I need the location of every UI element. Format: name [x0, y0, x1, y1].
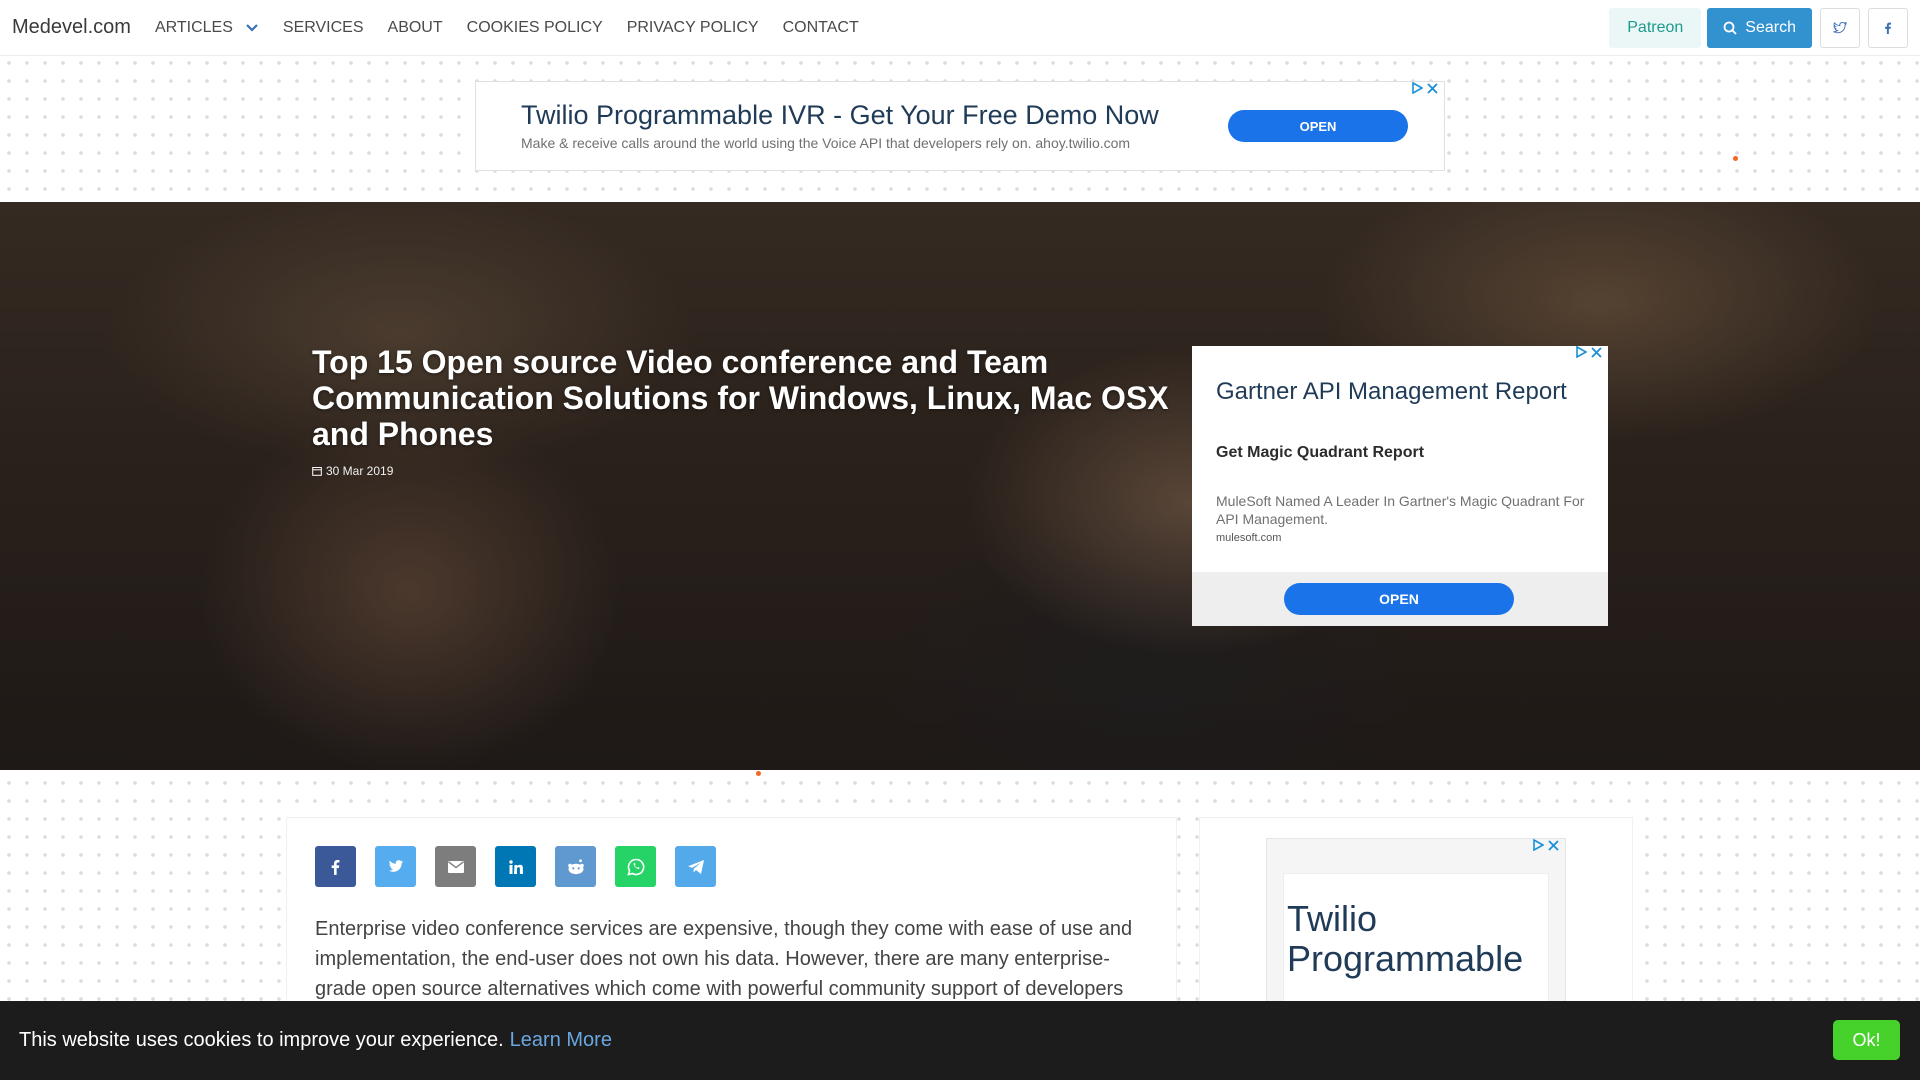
share-buttons — [315, 846, 716, 887]
email-icon — [447, 860, 464, 873]
calendar-icon — [312, 467, 322, 476]
ad-footer: OPEN — [1192, 572, 1608, 626]
main-nav: ARTICLES SERVICES ABOUT COOKIES POLICY P… — [143, 0, 871, 56]
ad-choices[interactable] — [1575, 346, 1602, 358]
close-icon[interactable] — [1548, 839, 1559, 851]
reddit-icon — [567, 858, 584, 874]
decorative-dot — [756, 771, 761, 776]
ad-card-side[interactable]: Gartner API Management Report Get Magic … — [1192, 346, 1608, 626]
ad-title[interactable]: Twilio Programmable IVR - Get Your Free … — [521, 100, 1159, 131]
nav-services[interactable]: SERVICES — [271, 0, 376, 56]
facebook-icon — [1885, 22, 1891, 34]
decorative-dot — [1733, 156, 1738, 161]
facebook-icon — [331, 859, 340, 875]
ad-banner-top[interactable]: Twilio Programmable IVR - Get Your Free … — [475, 81, 1445, 171]
post-date-text: 30 Mar 2019 — [326, 464, 394, 478]
nav-articles[interactable]: ARTICLES — [143, 0, 271, 56]
site-logo[interactable]: Medevel.com — [12, 16, 131, 39]
adchoices-icon — [1412, 82, 1423, 94]
share-whatsapp-button[interactable] — [615, 846, 656, 887]
nav-cookies-policy[interactable]: COOKIES POLICY — [455, 0, 615, 56]
patreon-button[interactable]: Patreon — [1609, 8, 1702, 48]
cookie-consent-bar: This website uses cookies to improve you… — [0, 1001, 1920, 1080]
adchoices-icon — [1533, 839, 1544, 851]
twitter-link[interactable] — [1820, 8, 1860, 48]
linkedin-icon — [508, 859, 523, 874]
share-email-button[interactable] — [435, 846, 476, 887]
ad-url: mulesoft.com — [1216, 532, 1282, 544]
ad-title[interactable]: Gartner API Management Report — [1216, 378, 1567, 406]
search-icon — [1723, 21, 1737, 35]
search-button[interactable]: Search — [1707, 8, 1812, 48]
close-icon[interactable] — [1427, 82, 1438, 94]
page-title: Top 15 Open source Video conference and … — [312, 344, 1169, 452]
share-reddit-button[interactable] — [555, 846, 596, 887]
whatsapp-icon — [626, 858, 644, 876]
article-intro: Enterprise video conference services are… — [315, 918, 1133, 1000]
ad-open-button[interactable]: OPEN — [1284, 583, 1514, 615]
chevron-down-icon — [245, 21, 259, 35]
ad-description: MuleSoft Named A Leader In Gartner's Mag… — [1216, 493, 1585, 527]
nav-about[interactable]: ABOUT — [376, 0, 455, 56]
close-icon[interactable] — [1591, 346, 1602, 358]
ad-open-button[interactable]: OPEN — [1228, 110, 1408, 142]
hero-banner: Top 15 Open source Video conference and … — [0, 202, 1920, 770]
facebook-link[interactable] — [1868, 8, 1908, 48]
nav-contact[interactable]: CONTACT — [771, 0, 871, 56]
cookie-message: This website uses cookies to improve you… — [19, 1029, 504, 1051]
search-button-label: Search — [1745, 19, 1796, 36]
share-twitter-button[interactable] — [375, 846, 416, 887]
adchoices-icon — [1576, 346, 1587, 358]
post-date: 30 Mar 2019 — [312, 464, 393, 478]
ad-description: Make & receive calls around the world us… — [521, 135, 1131, 151]
telegram-icon — [687, 859, 704, 874]
nav-articles-label: ARTICLES — [154, 18, 233, 36]
ad-choices[interactable] — [1411, 82, 1438, 94]
twitter-icon — [1833, 22, 1847, 34]
ad-subtitle[interactable]: Get Magic Quadrant Report — [1216, 444, 1424, 462]
cookie-ok-button[interactable]: Ok! — [1833, 1020, 1900, 1060]
share-telegram-button[interactable] — [675, 846, 716, 887]
ad-title[interactable]: Twilio Programmable — [1287, 899, 1527, 979]
share-linkedin-button[interactable] — [495, 846, 536, 887]
cookie-learn-more-link[interactable]: Learn More — [510, 1029, 612, 1052]
nav-actions: Patreon Search — [1609, 0, 1908, 56]
top-navbar: Medevel.com ARTICLES SERVICES ABOUT COOK… — [0, 0, 1920, 56]
twitter-icon — [388, 860, 403, 872]
ad-choices[interactable] — [1532, 839, 1559, 851]
nav-privacy-policy[interactable]: PRIVACY POLICY — [615, 0, 771, 56]
share-facebook-button[interactable] — [315, 846, 356, 887]
